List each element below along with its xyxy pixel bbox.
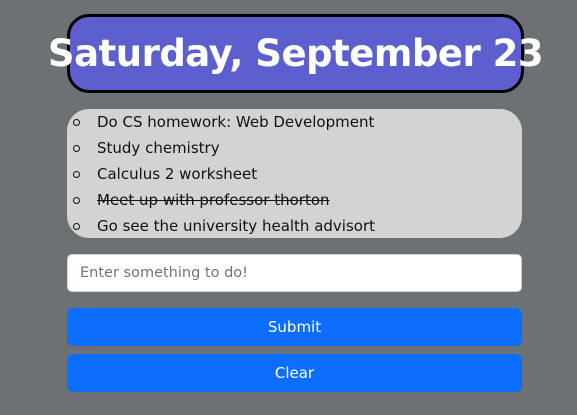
todo-item-text: Do CS homework: Web Development xyxy=(97,113,375,131)
circle-bullet-icon xyxy=(73,145,80,152)
todo-list: Do CS homework: Web Development Study che… xyxy=(67,109,522,238)
todo-item[interactable]: Go see the university health advisort xyxy=(67,213,522,238)
todo-item-text: Calculus 2 worksheet xyxy=(97,165,258,183)
circle-bullet-icon xyxy=(73,171,80,178)
todo-list-panel: Do CS homework: Web Development Study che… xyxy=(67,109,522,238)
todo-item[interactable]: Do CS homework: Web Development xyxy=(67,109,522,135)
circle-bullet-icon xyxy=(73,119,80,126)
date-header: Saturday, September 23 xyxy=(48,14,544,93)
todo-item-text: Meet up with professor thorton xyxy=(97,191,330,209)
todo-item[interactable]: Study chemistry xyxy=(67,135,522,161)
todo-item[interactable]: Meet up with professor thorton xyxy=(67,187,522,213)
submit-button[interactable]: Submit xyxy=(67,308,522,346)
circle-bullet-icon xyxy=(73,197,80,204)
clear-button[interactable]: Clear xyxy=(67,354,522,392)
circle-bullet-icon xyxy=(73,223,80,230)
todo-input[interactable] xyxy=(67,254,522,292)
todo-item-text: Go see the university health advisort xyxy=(97,217,376,235)
todo-item[interactable]: Calculus 2 worksheet xyxy=(67,161,522,187)
date-title: Saturday, September 23 xyxy=(47,32,544,75)
todo-item-text: Study chemistry xyxy=(97,139,220,157)
